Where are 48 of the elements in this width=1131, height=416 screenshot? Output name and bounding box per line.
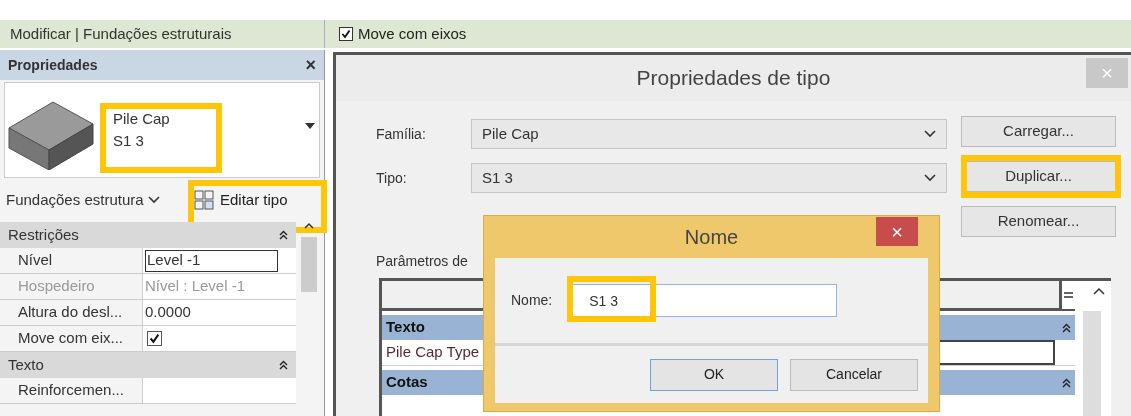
parameters-label: Parâmetros de bbox=[376, 252, 469, 271]
property-label: Reinforcemen... bbox=[0, 378, 143, 403]
property-label: Altura do desl... bbox=[0, 300, 143, 325]
scroll-up-icon[interactable] bbox=[1093, 287, 1105, 295]
checkbox[interactable] bbox=[339, 27, 353, 41]
chevron-down-icon bbox=[924, 174, 936, 182]
group-header[interactable]: Restrições bbox=[0, 222, 296, 248]
dialog-button[interactable]: Renomear... bbox=[961, 206, 1116, 237]
scrollbar[interactable] bbox=[1083, 311, 1101, 416]
close-button[interactable]: × bbox=[305, 56, 316, 74]
property-label: Move com eix... bbox=[0, 326, 143, 351]
dialog-button[interactable]: Carregar... bbox=[961, 116, 1116, 147]
combo-box[interactable]: Pile Cap bbox=[471, 119, 947, 149]
property-value: 0.0000 bbox=[145, 302, 191, 323]
collapse-icon bbox=[279, 230, 288, 240]
name-input[interactable]: S1 3 bbox=[572, 284, 838, 317]
type-name-text: Pile Cap bbox=[113, 109, 170, 129]
field-label: Nome: bbox=[511, 291, 553, 310]
property-value: Nível : Level -1 bbox=[145, 276, 246, 297]
panel-title: Propriedades bbox=[8, 55, 98, 75]
move-with-axes-checkbox[interactable]: Move com eixos bbox=[339, 22, 467, 46]
dialog-button[interactable]: Cancelar bbox=[790, 358, 918, 391]
collapse-icon bbox=[1062, 322, 1071, 333]
type-name-text: S1 3 bbox=[113, 131, 145, 151]
chevron-down-icon bbox=[924, 130, 936, 138]
close-button[interactable]: × bbox=[876, 217, 918, 246]
property-label: Nível bbox=[0, 248, 143, 273]
dialog-title: Nome bbox=[684, 225, 739, 250]
checkbox[interactable] bbox=[147, 331, 162, 346]
collapse-icon bbox=[1062, 377, 1071, 388]
dialog-title: Propriedades de tipo bbox=[636, 65, 831, 92]
dropdown-arrow-icon bbox=[305, 123, 315, 129]
field-label: Família: bbox=[376, 124, 427, 144]
type-selector[interactable]: Pile Cap S1 3 bbox=[4, 82, 320, 178]
category-dropdown[interactable]: Fundações estrutura bbox=[6, 185, 186, 215]
dialog-button[interactable]: OK bbox=[650, 358, 778, 391]
table-icon bbox=[194, 190, 214, 210]
field-label: Tipo: bbox=[376, 168, 408, 188]
property-label: Hospedeiro bbox=[0, 274, 143, 299]
combo-box[interactable]: S1 3 bbox=[471, 163, 947, 193]
ribbon-context-label: Modificar | Fundações estruturais bbox=[0, 20, 325, 48]
chevron-down-icon bbox=[147, 196, 160, 204]
group-header[interactable]: Texto bbox=[0, 352, 296, 378]
parameter-label: Pile Cap Type bbox=[385, 342, 481, 363]
collapse-icon bbox=[279, 360, 288, 370]
property-input[interactable]: Level -1 bbox=[145, 249, 278, 272]
scroll-up-icon[interactable] bbox=[304, 222, 314, 229]
scrollbar-thumb[interactable] bbox=[301, 237, 317, 292]
